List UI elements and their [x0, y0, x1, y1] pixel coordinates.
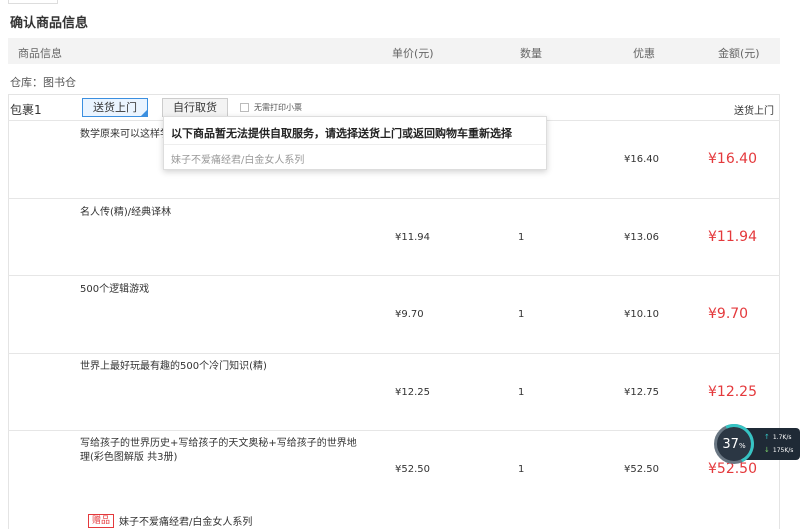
col-info: 商品信息: [18, 47, 62, 60]
item-qty: 1: [518, 309, 525, 320]
item-price: ¥9.70: [395, 309, 424, 320]
pickup-button[interactable]: 自行取货: [162, 98, 228, 117]
item-discount: ¥16.40: [624, 154, 659, 165]
upload-speed-value: 1.7K/s: [772, 433, 792, 441]
pickup-unavailable-popup: 以下商品暂无法提供自取服务，请选择送货上门或返回购物车重新选择 妹子不爱痛经君/…: [163, 116, 547, 170]
upload-speed: ↑ 1.7K/s: [764, 433, 792, 441]
table-header: 商品信息 单价(元) 数量 优惠 金额(元): [8, 38, 780, 64]
gift-row: 赠品 妹子不爱痛经君/白金女人系列: [88, 513, 252, 528]
speed-gauge: 37%: [708, 418, 760, 470]
download-speed: ↓ 175K/s: [764, 446, 793, 454]
item-price: ¥11.94: [395, 232, 430, 243]
upload-arrow-icon: ↑: [764, 433, 770, 441]
package-label: 包裹1: [10, 103, 42, 117]
item-price: ¥12.25: [395, 387, 430, 398]
item-name[interactable]: 500个逻辑游戏: [80, 283, 370, 297]
col-quantity: 数量: [520, 47, 542, 60]
item-amount: ¥11.94: [708, 229, 757, 245]
item-amount: ¥16.40: [708, 151, 757, 167]
popup-divider: [164, 144, 546, 145]
item-qty: 1: [518, 232, 525, 243]
item-discount: ¥10.10: [624, 309, 659, 320]
speed-percent: 37%: [717, 437, 751, 452]
download-arrow-icon: ↓: [764, 446, 770, 454]
col-amount: 金额(元): [718, 47, 760, 60]
item-name[interactable]: 名人传(精)/经典译林: [80, 206, 370, 220]
no-slip-option[interactable]: 无需打印小票: [240, 102, 302, 113]
deliver-button[interactable]: 送货上门: [82, 98, 148, 117]
gift-name[interactable]: 妹子不爱痛经君/白金女人系列: [119, 513, 252, 528]
item-name[interactable]: 写给孩子的世界历史+写给孩子的天文奥秘+写给孩子的世界地理(彩色图解版 共3册): [80, 437, 365, 465]
deliver-button-label: 送货上门: [93, 101, 137, 114]
no-slip-checkbox[interactable]: [240, 103, 249, 112]
page-title: 确认商品信息: [10, 16, 89, 31]
item-qty: 1: [518, 464, 525, 475]
download-speed-value: 175K/s: [772, 446, 794, 454]
col-unit-price: 单价(元): [392, 47, 434, 60]
network-speed-widget[interactable]: ↑ 1.7K/s ↓ 175K/s 37%: [708, 418, 800, 470]
shipping-method: 送货上门: [734, 106, 774, 117]
top-stub: [8, 0, 58, 4]
item-discount: ¥12.75: [624, 387, 659, 398]
item-discount: ¥52.50: [624, 464, 659, 475]
warehouse-label: 仓库：图书仓: [10, 76, 76, 89]
popup-item: 妹子不爱痛经君/白金女人系列: [171, 155, 305, 166]
popup-message: 以下商品暂无法提供自取服务，请选择送货上门或返回购物车重新选择: [171, 127, 512, 140]
speed-percent-value: 37: [722, 437, 739, 452]
item-name[interactable]: 世界上最好玩最有趣的500个冷门知识(精): [80, 360, 370, 374]
item-price: ¥52.50: [395, 464, 430, 475]
item-amount: ¥12.25: [708, 384, 757, 400]
item-qty: 1: [518, 387, 525, 398]
gift-badge: 赠品: [88, 513, 115, 528]
col-discount: 优惠: [633, 47, 655, 60]
no-slip-label: 无需打印小票: [254, 103, 302, 112]
selected-corner-icon: [140, 109, 148, 117]
item-discount: ¥13.06: [624, 232, 659, 243]
item-amount: ¥9.70: [708, 306, 749, 322]
speed-percent-unit: %: [738, 442, 746, 450]
